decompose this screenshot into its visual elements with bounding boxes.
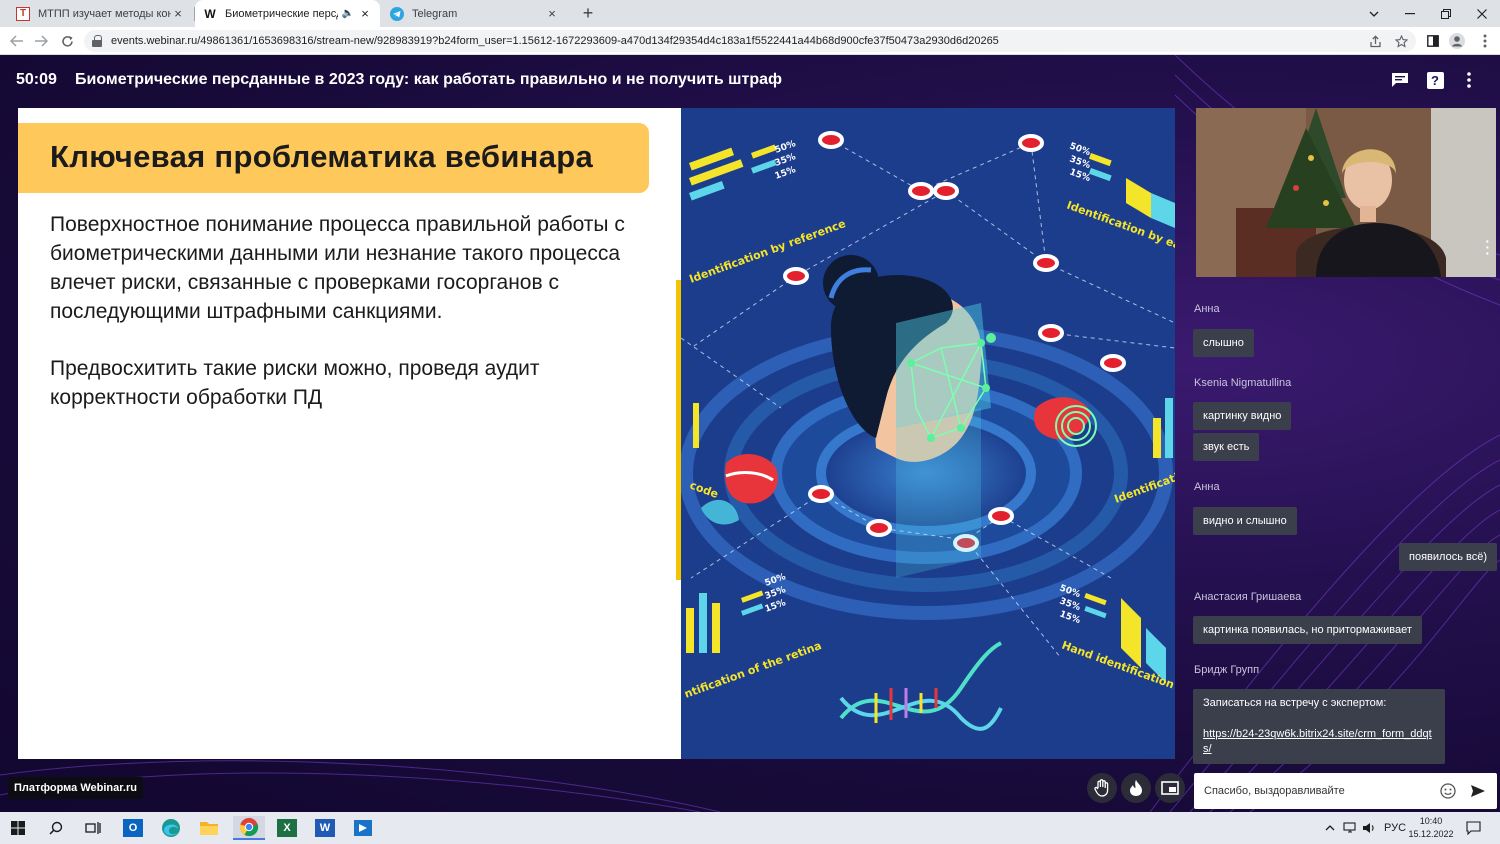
chat-message: слышно <box>1193 329 1254 357</box>
webinar-timer: 50:09 <box>16 71 57 88</box>
chrome-icon[interactable] <box>233 816 265 840</box>
windows-start-icon[interactable] <box>6 816 30 840</box>
restore-icon[interactable] <box>1428 0 1464 27</box>
send-message-icon[interactable] <box>1469 782 1487 800</box>
chat-message: звук есть <box>1193 433 1260 461</box>
address-bar[interactable]: events.webinar.ru/49861361/1653698316/st… <box>84 30 1416 52</box>
slide-text-panel: Ключевая проблематика вебинара Поверхнос… <box>18 108 681 759</box>
tab-telegram[interactable]: Telegram × <box>382 0 567 27</box>
chat-author: Бридж Групп <box>1194 664 1260 676</box>
tab-title: МТПП изучает методы контро <box>38 7 171 20</box>
tab-close-icon[interactable]: × <box>171 6 185 21</box>
windows-taskbar: O X W РУС 10:40 15.12.2022 <box>0 812 1500 844</box>
chat-message-link[interactable]: https://b24-23qw6k.bitrix24.site/crm_for… <box>1203 728 1432 755</box>
tray-chevron-icon[interactable] <box>1325 812 1335 844</box>
face-recognition-illustration: Identification by reference Identificati… <box>681 108 1175 759</box>
tab-mtpp[interactable]: T МТПП изучает методы контро × <box>8 0 193 27</box>
chat-toggle-icon[interactable] <box>1389 69 1411 91</box>
biometrics-illustration: Identification by reference Identificati… <box>681 108 1175 759</box>
platform-badge[interactable]: Платформа Webinar.ru <box>8 777 143 799</box>
chat-panel: Анна слышно Ksenia Nigmatullina картинку… <box>1190 295 1500 764</box>
tab-close-icon[interactable]: × <box>358 6 372 21</box>
forward-icon[interactable] <box>31 31 51 51</box>
webinar-app: 50:09 Биометрические персданные в 2023 г… <box>0 55 1500 812</box>
edge-icon[interactable] <box>159 816 183 840</box>
share-icon[interactable] <box>1366 32 1384 50</box>
telegram-icon <box>390 6 404 21</box>
chat-author: Анастасия Гришаева <box>1194 591 1302 603</box>
slide-paragraph-1: Поверхностное понимание процесса правиль… <box>50 213 625 323</box>
help-label: ? <box>1426 71 1444 89</box>
network-icon[interactable] <box>1343 812 1357 844</box>
reaction-fire-icon[interactable] <box>1121 773 1151 803</box>
chat-message: картинку видно <box>1193 402 1292 430</box>
webinar-title: Биометрические персданные в 2023 году: к… <box>75 71 782 88</box>
outlook-icon[interactable]: O <box>121 816 145 840</box>
outlook-label: O <box>123 819 143 837</box>
chat-author: Анна <box>1194 303 1220 315</box>
tab-search-chevron-icon[interactable] <box>1356 0 1392 27</box>
slide-heading-banner: Ключевая проблематика вебинара <box>18 123 649 193</box>
back-icon[interactable] <box>7 31 27 51</box>
audio-playing-icon[interactable]: 🔈 <box>342 8 354 19</box>
chat-input-box[interactable] <box>1194 773 1497 809</box>
tab-webinar[interactable]: W Биометрические персданные 🔈 × <box>195 0 380 27</box>
presenter-video-frame <box>1196 108 1496 277</box>
slide-heading: Ключевая проблематика вебинара <box>50 139 594 174</box>
chat-message: видно и слышно <box>1193 507 1297 535</box>
lock-icon[interactable] <box>92 35 102 47</box>
tab-close-icon[interactable]: × <box>545 6 559 21</box>
notifications-icon[interactable] <box>1466 812 1481 844</box>
tab-title: Telegram <box>412 7 458 20</box>
chat-message-input[interactable] <box>1204 785 1434 797</box>
teams-app-icon[interactable] <box>351 816 375 840</box>
clock-date: 15.12.2022 <box>1408 829 1454 839</box>
volume-icon[interactable] <box>1362 812 1376 844</box>
side-panel-icon[interactable] <box>1424 32 1442 50</box>
more-options-icon[interactable] <box>1458 69 1480 91</box>
slide-paragraph-2: Предвосхитить такие риски можно, проведя… <box>50 357 540 409</box>
presentation-slide: Ключевая проблематика вебинара Поверхнос… <box>18 108 1175 759</box>
file-explorer-icon[interactable] <box>197 816 221 840</box>
chat-author: Ksenia Nigmatullina <box>1194 377 1292 389</box>
word-label: W <box>315 819 335 837</box>
reload-icon[interactable] <box>57 31 77 51</box>
word-icon[interactable]: W <box>313 816 337 840</box>
system-clock[interactable]: 10:40 15.12.2022 <box>1408 815 1454 841</box>
browser-menu-icon[interactable] <box>1476 32 1494 50</box>
help-icon[interactable]: ? <box>1424 69 1446 91</box>
video-options-icon[interactable]: · · · <box>1485 234 1490 260</box>
chat-message-own: появилось всё) <box>1399 543 1497 571</box>
browser-toolbar: events.webinar.ru/49861361/1653698316/st… <box>0 27 1500 55</box>
bookmark-star-icon[interactable] <box>1392 32 1410 50</box>
raise-hand-icon[interactable] <box>1087 773 1117 803</box>
excel-label: X <box>277 819 297 837</box>
url-text[interactable]: events.webinar.ru/49861361/1653698316/st… <box>111 35 999 47</box>
clock-time: 10:40 <box>1419 816 1443 826</box>
layout-toggle-icon[interactable] <box>1155 773 1185 803</box>
browser-tab-strip: T МТПП изучает методы контро × W Биометр… <box>0 0 1500 27</box>
emoji-icon[interactable] <box>1439 782 1457 800</box>
chat-message-text: Записаться на встречу с экспертом: <box>1203 697 1387 709</box>
mtpp-favicon-icon: T <box>16 6 30 21</box>
presenter-video[interactable]: · · · <box>1196 108 1496 277</box>
task-view-icon[interactable] <box>81 816 105 840</box>
chat-message: картинка появилась, но притормаживает <box>1193 616 1422 644</box>
chat-author: Анна <box>1194 481 1220 493</box>
language-indicator[interactable]: РУС <box>1384 812 1406 844</box>
close-window-icon[interactable] <box>1464 0 1500 27</box>
minimize-icon[interactable] <box>1392 0 1428 27</box>
excel-icon[interactable]: X <box>275 816 299 840</box>
profile-avatar-icon[interactable] <box>1448 32 1466 50</box>
new-tab-button[interactable]: + <box>577 3 599 24</box>
tab-title: Биометрические персданные <box>225 7 338 20</box>
chat-message: Записаться на встречу с экспертом: https… <box>1193 689 1445 764</box>
search-icon[interactable] <box>44 816 68 840</box>
webinar-favicon-icon: W <box>204 6 216 21</box>
